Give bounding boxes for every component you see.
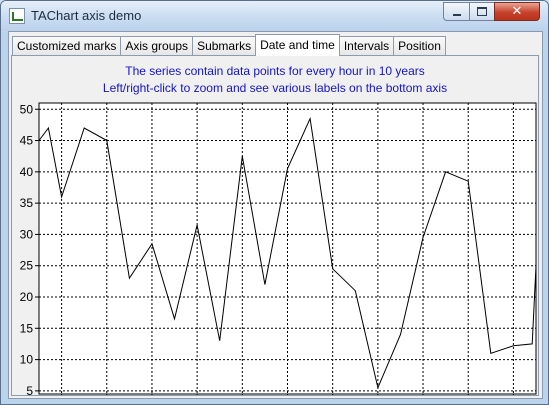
y-tick-label: 10 <box>20 353 34 367</box>
tab-position[interactable]: Position <box>393 36 446 55</box>
maximize-icon <box>477 7 487 16</box>
y-tick-label: 40 <box>20 165 34 179</box>
app-icon <box>9 8 25 24</box>
y-tick-label: 25 <box>20 259 34 273</box>
title-bar[interactable]: TAChart axis demo ✕ <box>1 1 548 31</box>
chart-area[interactable]: 510152025303540455025 14:0016:0018:0020:… <box>12 56 538 395</box>
app-window: TAChart axis demo ✕ Customized marks Axi… <box>0 0 549 405</box>
tab-submarks[interactable]: Submarks <box>192 36 257 55</box>
tab-intervals[interactable]: Intervals <box>338 36 395 55</box>
y-tick-label: 30 <box>20 227 34 241</box>
tab-page-date-and-time: The series contain data points for every… <box>11 55 539 396</box>
window-title: TAChart axis demo <box>31 8 142 23</box>
tab-date-and-time[interactable]: Date and time <box>255 34 340 56</box>
y-tick-label: 35 <box>20 196 34 210</box>
y-tick-label: 15 <box>20 321 34 335</box>
minimize-icon <box>452 13 461 16</box>
y-tick-label: 45 <box>20 134 34 148</box>
close-icon: ✕ <box>511 4 523 19</box>
tab-axis-groups[interactable]: Axis groups <box>120 36 194 55</box>
maximize-button[interactable] <box>469 2 495 21</box>
y-tick-label: 50 <box>20 102 34 116</box>
y-tick-label: 5 <box>26 384 33 395</box>
tab-bar: Customized marks Axis groups Submarks Da… <box>12 34 446 56</box>
client-area: Customized marks Axis groups Submarks Da… <box>8 31 543 399</box>
y-tick-label: 20 <box>20 290 34 304</box>
tab-customized-marks[interactable]: Customized marks <box>12 36 122 55</box>
close-button[interactable]: ✕ <box>494 2 540 21</box>
minimize-button[interactable] <box>443 2 470 21</box>
